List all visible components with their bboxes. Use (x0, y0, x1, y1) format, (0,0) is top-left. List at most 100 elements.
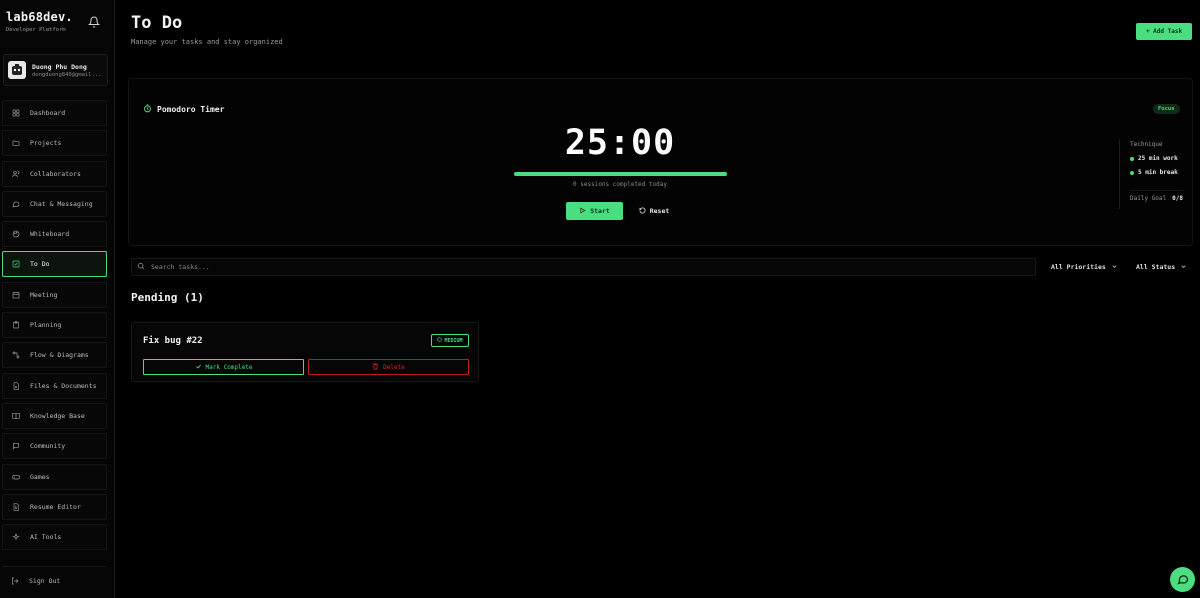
sidebar-item-resume[interactable]: Resume Editor (2, 493, 107, 520)
page-title: To Do (131, 13, 183, 33)
search-input[interactable] (151, 263, 1001, 271)
status-dot (1130, 170, 1134, 175)
sidebar-item-projects[interactable]: Projects (2, 130, 107, 157)
sidebar-item-label: Whiteboard (30, 230, 70, 239)
timer-progress-bar (514, 172, 727, 176)
search-icon (137, 262, 145, 272)
reset-label: Reset (649, 207, 670, 215)
check-icon (195, 363, 202, 372)
sidebar-item-todo[interactable]: To Do (2, 251, 107, 278)
folder-icon (12, 139, 20, 147)
grid-icon (12, 109, 20, 117)
reset-button[interactable]: Reset (634, 202, 674, 220)
avatar (8, 61, 26, 79)
search-bar (131, 258, 1036, 276)
message-icon (12, 200, 20, 208)
flow-icon (12, 351, 20, 359)
user-card[interactable]: Duong Phu Dong dongduong840@gmail... (3, 54, 108, 86)
sidebar-item-label: To Do (30, 260, 50, 269)
calendar-icon (12, 291, 20, 299)
pomodoro-title-label: Pomodoro Timer (157, 105, 225, 114)
trash-icon (372, 363, 379, 372)
sidebar: lab68dev. Developer Platform Duong Phu D… (0, 0, 115, 598)
status-dot (1130, 156, 1134, 161)
pending-heading: Pending (1) (131, 291, 204, 304)
sidebar-item-label: Knowledge Base (30, 411, 85, 420)
sidebar-item-label: Collaborators (30, 169, 81, 178)
sign-out-button[interactable]: Sign Out (2, 566, 107, 594)
priority-badge-label: MEDIUM (444, 337, 463, 344)
sidebar-item-label: Community (30, 442, 66, 451)
gamepad-icon (12, 473, 20, 481)
chat-bubble-icon (12, 442, 20, 450)
daily-goal-value: 0/8 (1172, 195, 1183, 202)
users-icon (12, 170, 20, 178)
sidebar-item-label: Flow & Diagrams (30, 351, 89, 360)
task-card: Fix bug #22 MEDIUM Mark Complete Delete (131, 322, 479, 382)
sidebar-item-meeting[interactable]: Meeting (2, 281, 107, 308)
palette-icon (12, 230, 20, 238)
sessions-count: 0 sessions completed today (573, 181, 667, 188)
sidebar-item-games[interactable]: Games (2, 463, 107, 490)
bell-icon[interactable] (87, 16, 101, 28)
priority-filter-select[interactable]: All Priorities (1051, 258, 1118, 276)
sidebar-item-label: Meeting (30, 290, 58, 299)
file-icon (12, 382, 20, 390)
chat-bubble-icon (1176, 573, 1189, 587)
mark-complete-button[interactable]: Mark Complete (143, 359, 304, 375)
rotate-icon (639, 207, 646, 216)
delete-button[interactable]: Delete (308, 359, 469, 375)
sidebar-item-chat[interactable]: Chat & Messaging (2, 190, 107, 217)
start-button[interactable]: Start (566, 202, 623, 220)
focus-badge: Focus (1153, 104, 1180, 114)
page-subtitle: Manage your tasks and stay organized (131, 38, 283, 46)
sidebar-item-label: Games (30, 472, 50, 481)
book-icon (12, 412, 20, 420)
timer-icon (143, 104, 152, 115)
sidebar-item-label: Projects (30, 139, 62, 148)
status-filter-select[interactable]: All Status (1136, 258, 1187, 276)
play-icon (579, 207, 586, 216)
sidebar-item-knowledge[interactable]: Knowledge Base (2, 402, 107, 429)
sidebar-item-community[interactable]: Community (2, 433, 107, 460)
daily-goal: Daily Goal 0/8 (1130, 190, 1183, 202)
sidebar-item-whiteboard[interactable]: Whiteboard (2, 221, 107, 248)
clipboard-icon (12, 321, 20, 329)
timer-progress-fill (514, 172, 727, 176)
sidebar-item-ai-tools[interactable]: AI Tools (2, 524, 107, 551)
sidebar-item-planning[interactable]: Planning (2, 312, 107, 339)
document-icon (12, 503, 20, 511)
sidebar-item-label: Dashboard (30, 109, 66, 117)
technique-panel: Technique 25 min work 5 min break Daily … (1119, 139, 1183, 209)
pomodoro-card: Pomodoro Timer Focus 25:00 0 sessions co… (128, 78, 1193, 246)
sidebar-item-files[interactable]: Files & Documents (2, 372, 107, 399)
chevron-down-icon (1180, 263, 1187, 272)
sidebar-item-dashboard[interactable]: Dashboard (2, 100, 107, 126)
checkbox-icon (12, 260, 20, 268)
brand: lab68dev. Developer Platform (6, 10, 73, 33)
sidebar-item-label: Files & Documents (30, 381, 97, 390)
logout-icon (11, 577, 19, 585)
technique-title: Technique (1130, 141, 1163, 148)
technique-break: 5 min break (1130, 169, 1183, 176)
task-title: Fix bug #22 (143, 336, 203, 346)
mark-complete-label: Mark Complete (205, 363, 253, 371)
sidebar-nav: Dashboard Projects Collaborators Chat & … (2, 100, 107, 554)
start-label: Start (590, 207, 610, 215)
sidebar-item-label: AI Tools (30, 533, 62, 542)
daily-goal-label: Daily Goal (1130, 195, 1167, 202)
sign-out-label: Sign Out (29, 576, 61, 585)
circle-icon (437, 337, 443, 344)
chat-fab-button[interactable] (1170, 567, 1195, 592)
sparkle-icon (12, 533, 20, 541)
sidebar-item-flow[interactable]: Flow & Diagrams (2, 342, 107, 369)
pomodoro-title: Pomodoro Timer (143, 104, 224, 115)
user-name: Duong Phu Dong (32, 63, 87, 71)
technique-work: 25 min work (1130, 155, 1183, 162)
priority-badge: MEDIUM (431, 334, 469, 347)
brand-name[interactable]: lab68dev. (6, 10, 73, 24)
sidebar-item-label: Resume Editor (30, 502, 81, 511)
sidebar-item-collaborators[interactable]: Collaborators (2, 160, 107, 187)
timer-display: 25:00 (564, 123, 676, 163)
add-task-button[interactable]: + Add Task (1136, 23, 1192, 40)
